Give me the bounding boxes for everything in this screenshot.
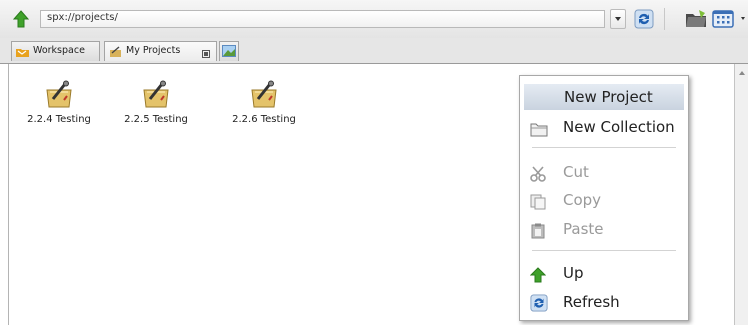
project-icon [109, 46, 122, 64]
menu-item-new-project[interactable]: New Project [524, 84, 684, 110]
scissors-icon [530, 164, 546, 182]
up-arrow-icon[interactable] [12, 10, 30, 28]
refresh-icon[interactable] [634, 9, 654, 29]
green-up-arrow-icon [529, 265, 547, 283]
copy-icon [530, 192, 546, 210]
menu-item-cut[interactable]: Cut [524, 159, 684, 185]
menu-item-label: Copy [563, 191, 602, 209]
tab-bar: Workspace My Projects [0, 38, 748, 64]
project-label: 2.2.6 Testing [232, 114, 296, 125]
address-dropdown-button[interactable] [610, 9, 626, 29]
tab-label: Workspace [33, 45, 85, 56]
menu-item-label: New Collection [563, 118, 675, 136]
folder-icon[interactable] [685, 9, 707, 29]
paste-icon [530, 221, 546, 239]
collection-folder-icon [530, 119, 548, 137]
toolbar-divider [664, 8, 665, 30]
project-icon [14, 80, 104, 108]
menu-item-label: Refresh [563, 293, 620, 311]
close-tab-icon[interactable] [202, 47, 210, 65]
menu-item-refresh[interactable]: Refresh [524, 289, 684, 315]
workspace-icon [16, 46, 29, 64]
menu-item-up[interactable]: Up [524, 260, 684, 286]
project-icon [219, 80, 309, 108]
project-item[interactable]: 2.2.6 Testing [219, 80, 309, 160]
menu-item-label: Paste [563, 220, 604, 238]
tab-my-projects[interactable]: My Projects [104, 41, 217, 61]
menu-item-paste[interactable]: Paste [524, 216, 684, 242]
address-toolbar: spx://projects/ [0, 0, 748, 38]
menu-item-new-collection[interactable]: New Collection [524, 114, 684, 140]
address-field[interactable]: spx://projects/ [40, 10, 605, 28]
menu-separator [532, 250, 676, 251]
project-item[interactable]: 2.2.4 Testing [14, 80, 104, 160]
menu-separator [532, 147, 676, 148]
project-label: 2.2.4 Testing [27, 114, 91, 125]
menu-item-label: Up [563, 264, 584, 282]
new-tab-button[interactable] [219, 41, 239, 61]
new-tab-icon [222, 45, 236, 64]
view-dropdown-arrow[interactable] [741, 17, 745, 20]
menu-item-label: Cut [563, 163, 589, 181]
grid-view-icon[interactable] [712, 9, 734, 29]
context-menu: New Project New Collection Cut Copy Past… [519, 75, 689, 321]
vertical-scrollbar[interactable] [734, 64, 748, 325]
project-icon [111, 80, 201, 108]
menu-item-copy[interactable]: Copy [524, 187, 684, 213]
refresh-icon [530, 294, 548, 312]
tab-label: My Projects [126, 45, 181, 56]
project-label: 2.2.5 Testing [124, 114, 188, 125]
tab-workspace[interactable]: Workspace [11, 41, 100, 61]
project-item[interactable]: 2.2.5 Testing [111, 80, 201, 160]
menu-item-label: New Project [564, 88, 653, 106]
